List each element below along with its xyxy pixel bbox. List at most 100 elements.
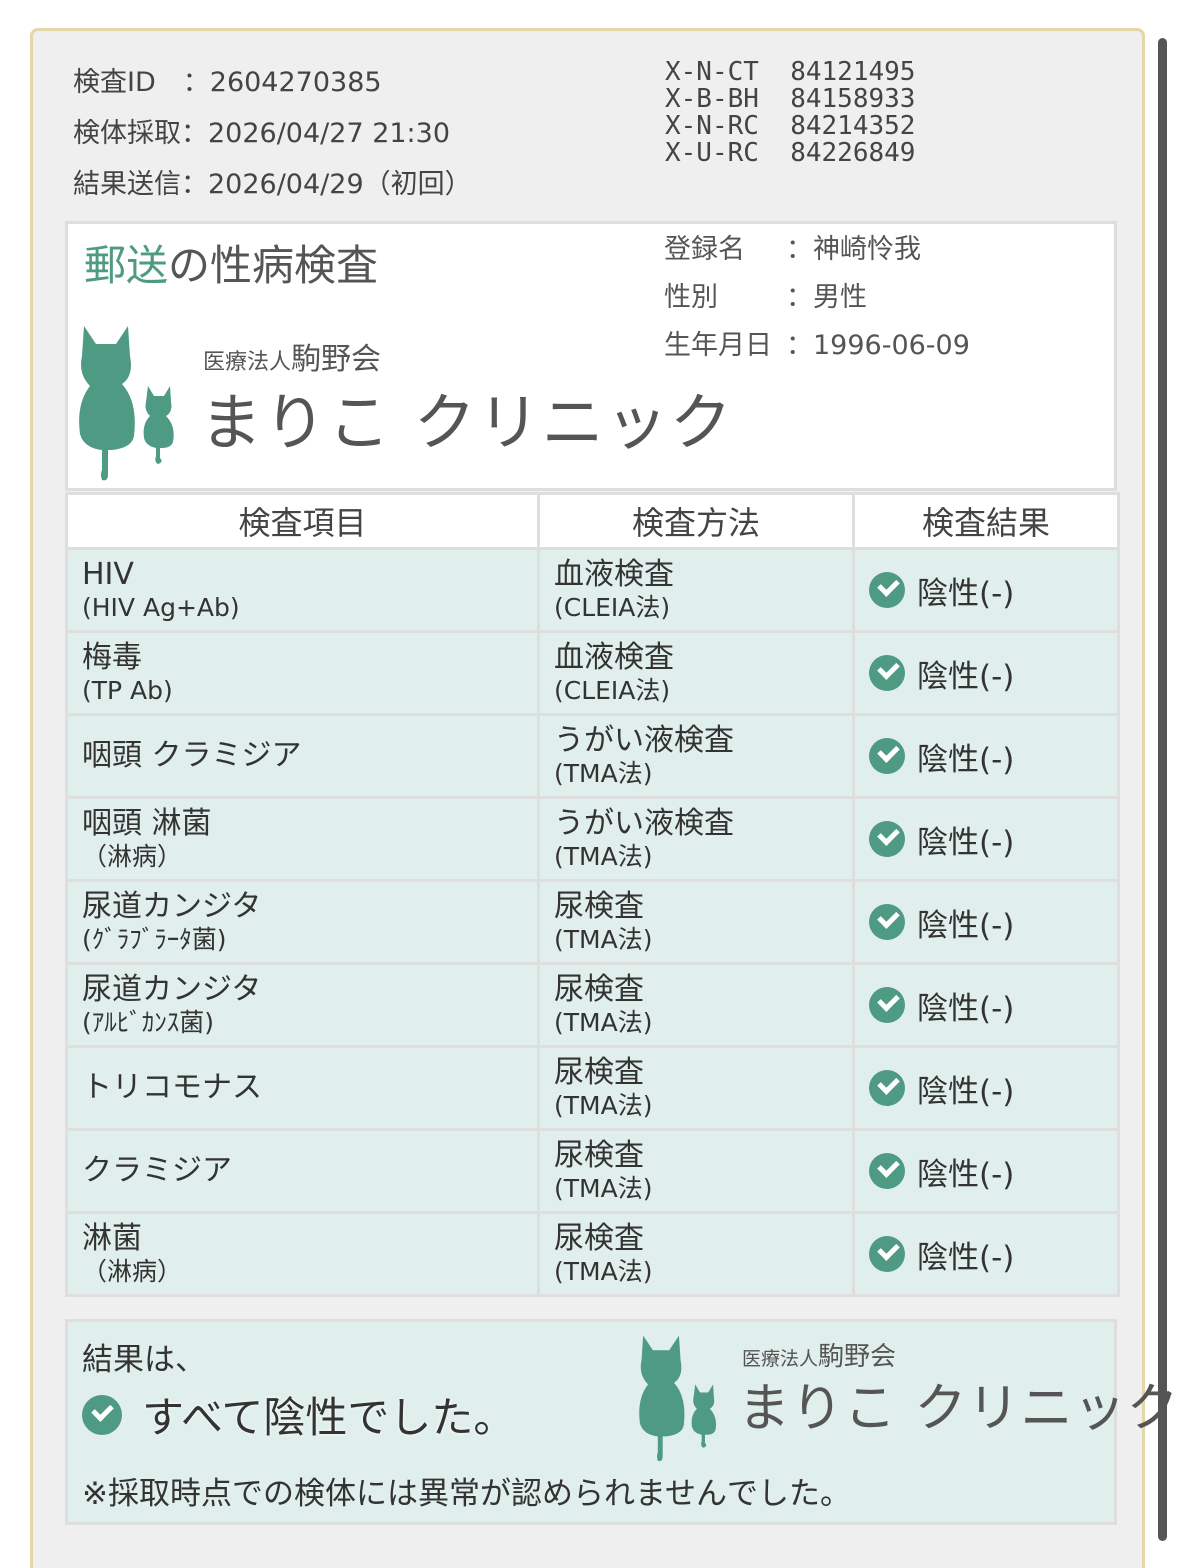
cell-result: 陰性(-): [852, 1045, 1120, 1131]
summary-box: 結果は、 すべて陰性でした。 ※採取時点での検体には異常が認められませんでした。…: [65, 1319, 1178, 1525]
result: 陰性(-): [869, 900, 1117, 945]
cell-result: 陰性(-): [852, 713, 1120, 799]
cell-result: 陰性(-): [852, 796, 1120, 882]
page-title: 郵送の性病検査: [84, 232, 378, 293]
item-name: 尿道カンジタ: [82, 889, 262, 924]
result-text: 陰性(-): [917, 1156, 1015, 1193]
check-icon: [869, 987, 905, 1023]
method-name: 尿検査: [554, 1138, 644, 1173]
cell-method: 尿検査 (TMA法): [537, 1128, 855, 1214]
cell-method: うがい液検査 (TMA法): [537, 713, 855, 799]
cell-item: HIV (HIV Ag+Ab): [65, 547, 540, 633]
cell-result: 陰性(-): [852, 1211, 1120, 1297]
table-row: 梅毒 (TP Ab) 血液検査 (CLEIA法) 陰性(-): [65, 630, 1120, 716]
header-panel: 郵送の性病検査 医療法人駒野会 まりこ クリニック 登録名 ：神崎怜我 性別 ：男性…: [65, 221, 1117, 491]
result-text: 陰性(-): [917, 575, 1015, 612]
result: 陰性(-): [869, 651, 1117, 696]
table-row: 咽頭 淋菌 （淋病） うがい液検査 (TMA法) 陰性(-): [65, 796, 1120, 882]
item-name: 淋菌: [82, 1221, 142, 1256]
method-sub: (TMA法): [554, 1174, 653, 1203]
cell-method: 血液検査 (CLEIA法): [537, 547, 855, 633]
result-text: 陰性(-): [917, 907, 1015, 944]
header-item: 検査項目: [65, 492, 540, 550]
table-body: HIV (HIV Ag+Ab) 血液検査 (CLEIA法) 陰性(-) 梅毒 (TP Ab)…: [65, 547, 1120, 1297]
report-card: 検査ID ：2604270385 検体採取：2026/04/27 21:30 結…: [30, 28, 1178, 1568]
cell-method: 尿検査 (TMA法): [537, 1211, 855, 1297]
cell-item: 咽頭 クラミジア: [65, 713, 540, 799]
sex-label: 性別: [664, 282, 718, 313]
cell-method: 尿検査 (TMA法): [537, 1045, 855, 1131]
check-icon: [869, 1153, 905, 1189]
cell-result: 陰性(-): [852, 1128, 1120, 1214]
cell-method: うがい液検査 (TMA法): [537, 796, 855, 882]
cell-result: 陰性(-): [852, 630, 1120, 716]
method-name: 血液検査: [554, 640, 674, 675]
cell-result: 陰性(-): [852, 547, 1120, 633]
sampled-date: 2026/04/27 21:30: [208, 118, 451, 149]
table-row: クラミジア 尿検査 (TMA法) 陰性(-): [65, 1128, 1120, 1214]
item-sub: (ｸﾞﾗﾌﾞﾗｰﾀ菌): [82, 925, 227, 954]
result-text: 陰性(-): [917, 741, 1015, 778]
item-name: クラミジア: [82, 1153, 232, 1188]
result-text: 陰性(-): [917, 658, 1015, 695]
header-result: 検査結果: [852, 492, 1120, 550]
result-text: 陰性(-): [917, 824, 1015, 861]
cell-item: 梅毒 (TP Ab): [65, 630, 540, 716]
results-table: 検査項目 検査方法 検査結果 HIV (HIV Ag+Ab) 血液検査 (CLEIA法…: [65, 492, 1120, 1297]
method-name: うがい液検査: [554, 723, 734, 758]
check-icon: [869, 738, 905, 774]
sent-label: 結果送信：: [73, 169, 208, 200]
table-row: トリコモナス 尿検査 (TMA法) 陰性(-): [65, 1045, 1120, 1131]
check-icon: [869, 821, 905, 857]
result: 陰性(-): [869, 1149, 1117, 1194]
method-sub: (CLEIA法): [554, 676, 671, 705]
cat-logo-icon: [639, 1335, 717, 1462]
method-name: 尿検査: [554, 889, 644, 924]
cell-item: トリコモナス: [65, 1045, 540, 1131]
clinic-name: まりこ クリニック: [738, 1379, 1178, 1439]
cell-result: 陰性(-): [852, 962, 1120, 1048]
item-sub: （淋病）: [82, 842, 183, 871]
table-row: HIV (HIV Ag+Ab) 血液検査 (CLEIA法) 陰性(-): [65, 547, 1120, 633]
title-rest: の性病検査: [168, 241, 379, 290]
specimen-code: X-U-RC 84226849: [665, 138, 916, 168]
sent-date: 2026/04/29（初回）: [208, 169, 472, 200]
method-sub: (TMA法): [554, 1091, 653, 1120]
item-sub: (HIV Ag+Ab): [82, 593, 240, 622]
clinic-name: まりこ クリニック: [200, 386, 734, 459]
cat-logo-icon: [79, 326, 174, 481]
check-icon: [869, 655, 905, 691]
patient-info: 登録名 ：神崎怜我 性別 ：男性 生年月日 ：1996-06-09: [664, 230, 970, 374]
check-icon: [869, 1070, 905, 1106]
specimen-code: X-N-CT 84121495: [665, 57, 916, 87]
check-icon: [82, 1394, 122, 1435]
table-header-row: 検査項目 検査方法 検査結果: [65, 492, 1120, 550]
item-name: 梅毒: [82, 640, 142, 675]
check-icon: [869, 904, 905, 940]
method-name: 尿検査: [554, 972, 644, 1007]
check-icon: [869, 1236, 905, 1272]
cell-item: 尿道カンジタ (ｸﾞﾗﾌﾞﾗｰﾀ菌): [65, 879, 540, 965]
test-id: 2604270385: [209, 67, 382, 98]
result: 陰性(-): [869, 817, 1117, 862]
item-name: 咽頭 淋菌: [82, 806, 212, 841]
method-name: 尿検査: [554, 1221, 644, 1256]
specimen-code: X-B-BH 84158933: [665, 84, 916, 114]
item-sub: （淋病）: [82, 1257, 183, 1286]
result: 陰性(-): [869, 983, 1117, 1028]
method-sub: (TMA法): [554, 925, 653, 954]
cell-item: 咽頭 淋菌 （淋病）: [65, 796, 540, 882]
name-value: ：神崎怜我: [786, 234, 921, 265]
result: 陰性(-): [869, 734, 1117, 779]
dob-label: 生年月日: [664, 330, 772, 361]
cell-method: 血液検査 (CLEIA法): [537, 630, 855, 716]
result: 陰性(-): [869, 568, 1117, 613]
summary-lead: 結果は、: [82, 1342, 206, 1378]
cell-item: 尿道カンジタ (ｱﾙﾋﾞｶﾝｽ菌): [65, 962, 540, 1048]
method-sub: (TMA法): [554, 1257, 653, 1286]
method-sub: (TMA法): [554, 842, 653, 871]
clinic-logo: 医療法人駒野会 まりこ クリニック: [78, 324, 732, 484]
scrollbar[interactable]: [1158, 38, 1167, 1541]
result: 陰性(-): [869, 1066, 1117, 1111]
dob-value: ：1996-06-09: [786, 330, 970, 361]
